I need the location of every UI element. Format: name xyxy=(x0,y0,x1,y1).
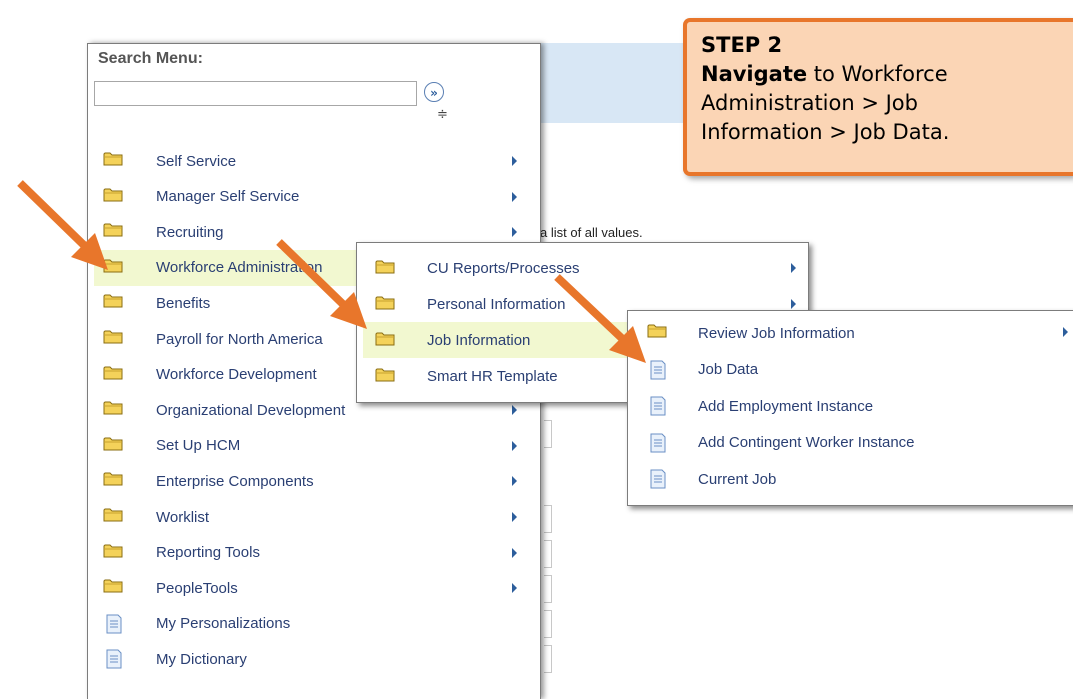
arrow-icon xyxy=(554,274,646,363)
arrow-icon xyxy=(276,239,367,329)
arrow-icon xyxy=(17,180,108,270)
annotation-arrows xyxy=(17,180,646,363)
